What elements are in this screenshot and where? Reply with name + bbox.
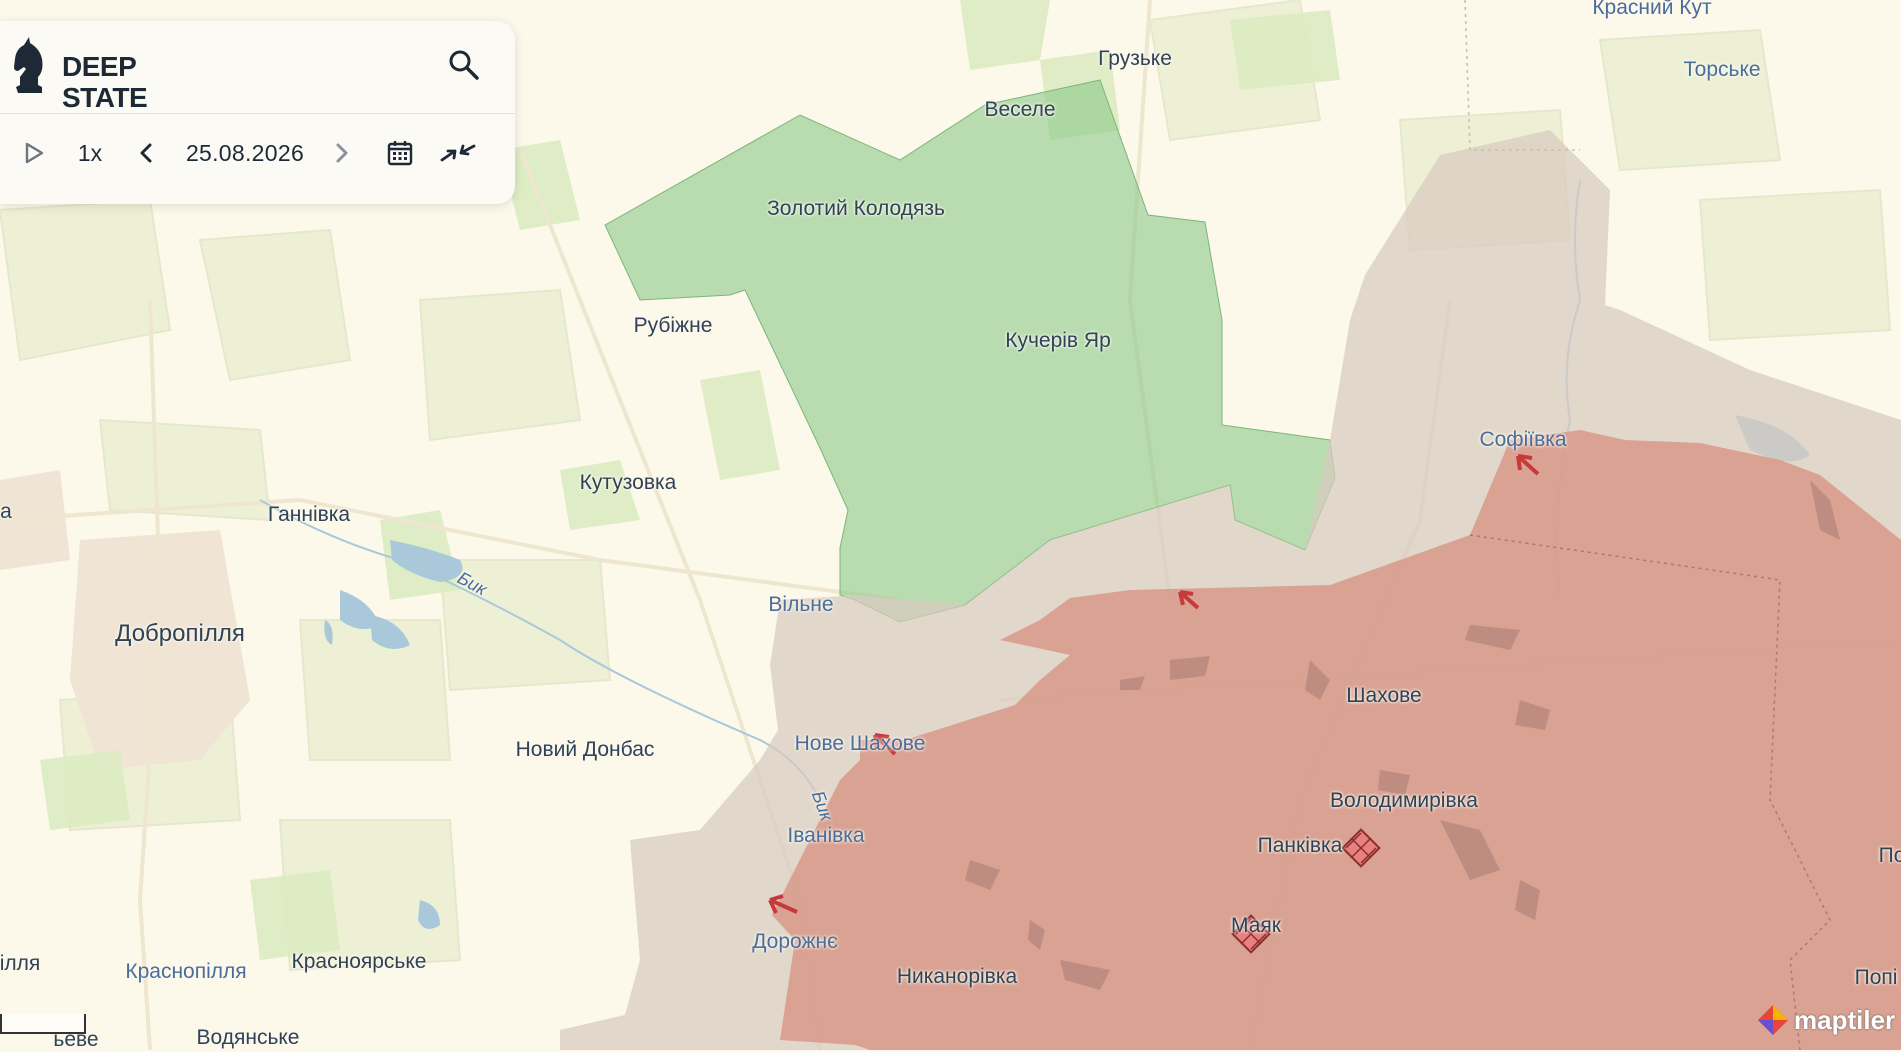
place-label: Попі <box>1854 966 1898 989</box>
place-label: Дорожнє <box>752 930 838 953</box>
place-label: Торське <box>1683 58 1761 81</box>
calendar-button[interactable] <box>382 135 418 171</box>
search-icon <box>449 50 479 80</box>
place-label: Панківка <box>1257 834 1343 857</box>
place-label: Водянське <box>196 1026 300 1049</box>
place-label: Нове Шахове <box>794 732 926 755</box>
place-label: а <box>0 500 12 523</box>
play-button[interactable] <box>18 135 50 171</box>
place-label: Веселе <box>984 98 1056 121</box>
play-icon <box>25 142 44 164</box>
chevron-right-icon <box>336 143 348 163</box>
place-label: Красноярське <box>291 950 427 973</box>
speed-selector[interactable]: 1x <box>72 135 108 171</box>
control-panel: DEEP STATE 1x 25.08.2026 <box>0 21 515 204</box>
chevron-left-icon <box>140 143 152 163</box>
place-label: Кучерів Яр <box>1005 329 1111 352</box>
place-label: Золотий Колодязь <box>767 197 945 220</box>
attribution-text: maptiler <box>1794 1004 1896 1035</box>
place-label: Ганнівка <box>267 503 351 526</box>
previous-date-button[interactable] <box>132 135 160 171</box>
place-label: Добропілля <box>115 620 245 647</box>
place-label: По <box>1878 844 1901 867</box>
search-button[interactable] <box>446 47 482 83</box>
maptiler-attribution[interactable]: maptiler <box>1756 1000 1896 1040</box>
knight-chess-icon <box>14 37 43 93</box>
calendar-icon <box>387 141 413 166</box>
place-label: Софіївка <box>1479 428 1567 451</box>
place-label: Новий Донбас <box>515 738 655 761</box>
place-label: Шахове <box>1346 684 1422 707</box>
place-label: Грузьке <box>1098 47 1172 70</box>
maptiler-logo-icon <box>1758 1005 1788 1035</box>
place-label: Іванівка <box>787 824 865 847</box>
current-date[interactable]: 25.08.2026 <box>176 135 314 171</box>
scale-bar <box>0 1014 86 1034</box>
logo-line-2: STATE <box>62 82 148 113</box>
place-label: Маяк <box>1231 914 1281 937</box>
logo-line-1: DEEP <box>62 51 137 82</box>
place-label: Кутузовка <box>579 471 677 494</box>
collapse-button[interactable] <box>437 135 479 171</box>
collapse-arrows-icon <box>440 144 476 162</box>
place-label: Рубіжне <box>633 314 713 337</box>
place-label: Краснопілля <box>125 960 247 983</box>
next-date-button[interactable] <box>328 135 356 171</box>
place-label: Красний Кут <box>1592 0 1712 19</box>
place-label: Вільне <box>768 593 834 616</box>
panel-header: DEEP STATE <box>0 21 515 114</box>
app-logo[interactable]: DEEP STATE <box>12 37 148 113</box>
place-label: Володимирівка <box>1330 789 1478 812</box>
place-label: ілля <box>0 952 41 975</box>
place-label: Никанорівка <box>896 965 1018 988</box>
